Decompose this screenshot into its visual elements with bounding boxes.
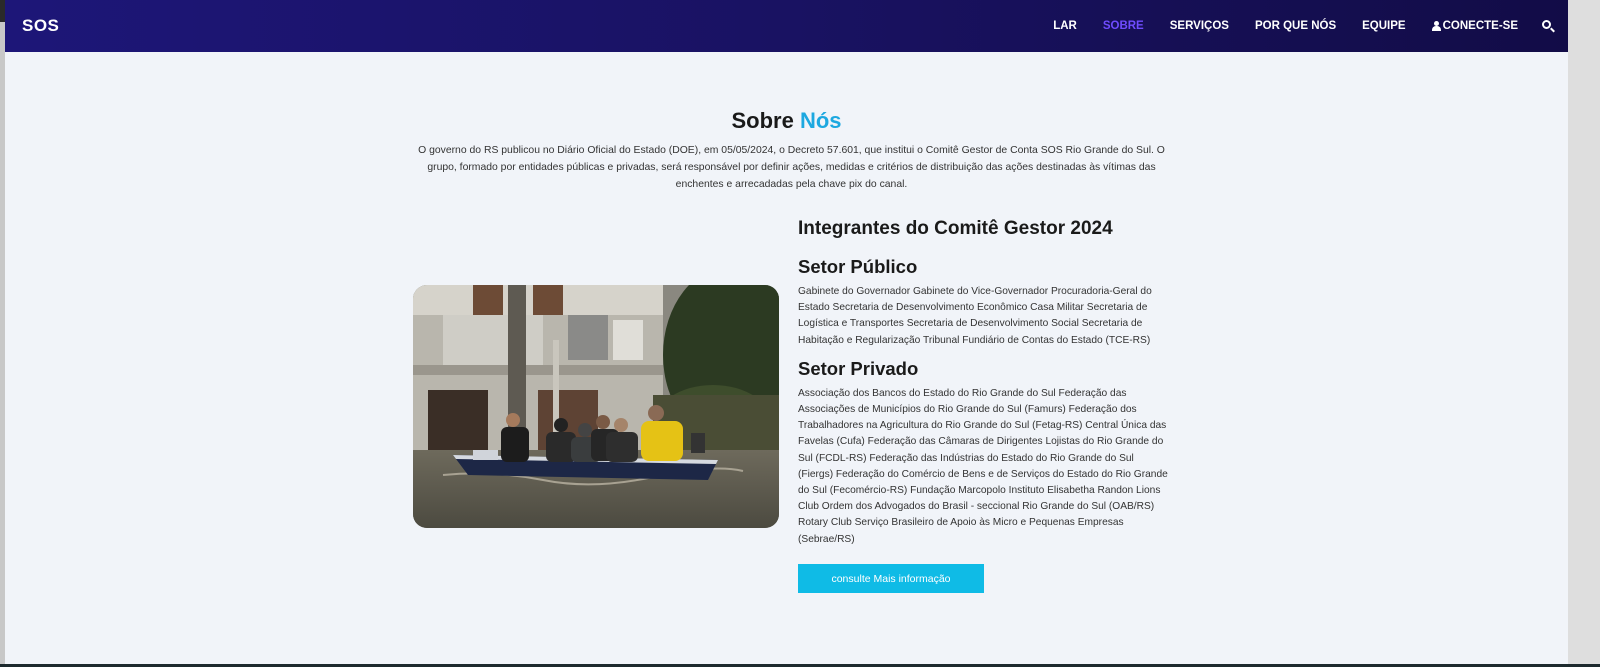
private-sector-heading: Setor Privado — [798, 357, 919, 379]
public-sector-heading: Setor Público — [798, 256, 918, 277]
conecte-se-label: CONECTE-SE — [1442, 20, 1518, 32]
page: SOS LAR SOBRE SERVIÇOS POR QUE NÓS EQUIP… — [5, 0, 1600, 667]
nav-item-servicos[interactable]: SERVIÇOS — [1170, 20, 1229, 32]
flood-rescue-boat-icon — [413, 285, 779, 528]
private-sector-text: Associação dos Bancos do Estado do Rio G… — [798, 387, 1168, 545]
nav-item-por-que-nos[interactable]: POR QUE NÓS — [1255, 20, 1336, 32]
nav-item-sobre[interactable]: SOBRE — [1103, 20, 1144, 32]
brand-logo[interactable]: SOS — [22, 16, 59, 36]
flood-rescue-photo — [413, 285, 779, 528]
public-sector-text: Gabinete do Governador Gabinete do Vice-… — [798, 286, 1152, 346]
more-info-button[interactable]: consulte Mais informação — [798, 564, 984, 593]
section-title-main: Sobre — [731, 108, 800, 133]
section-title-accent: Nós — [799, 108, 842, 133]
nav-item-equipe[interactable]: EQUIPE — [1362, 20, 1405, 32]
nav-item-lar[interactable]: LAR — [1053, 20, 1077, 32]
intro-paragraph: O governo do RS publicou no Diário Ofici… — [418, 145, 1165, 190]
committee-heading: Integrantes do Comitê Gestor 2024 — [798, 218, 1113, 239]
nav-menu: LAR SOBRE SERVIÇOS POR QUE NÓS EQUIPE CO… — [1027, 0, 1555, 52]
committee-column: Integrantes do Comitê Gestor 2024 Setor … — [798, 218, 1168, 557]
section-title: Sobre Nós — [5, 108, 1568, 134]
browser-side-panel — [1568, 0, 1600, 667]
user-icon — [1431, 21, 1441, 31]
nav-item-conecte-se[interactable]: CONECTE-SE — [1431, 20, 1518, 32]
navbar: SOS LAR SOBRE SERVIÇOS POR QUE NÓS EQUIP… — [5, 0, 1568, 52]
search-icon[interactable] — [1542, 20, 1555, 33]
